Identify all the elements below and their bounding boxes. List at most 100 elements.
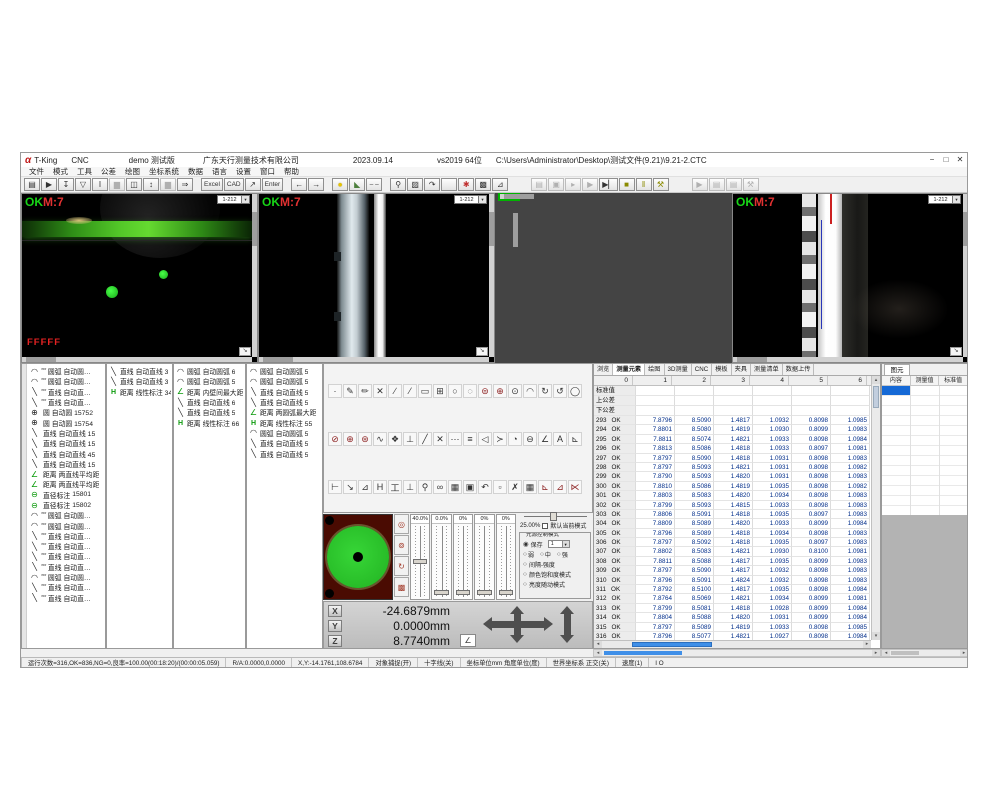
light-slider[interactable]: 0% [496,514,516,600]
table-row-special[interactable]: 下公差 [594,406,871,416]
stop-button[interactable]: ■ [619,178,635,191]
light-slider[interactable]: 0% [453,514,473,600]
measure-element-item[interactable]: *** 直线 自动直… [28,562,105,572]
print-button[interactable]: ▤ [726,178,742,191]
element-detail-tab[interactable]: 图元 [884,364,910,375]
scrollbar-thumb[interactable] [604,651,682,655]
export-x-icon[interactable]: ⊾ [538,480,552,494]
menu-item[interactable]: 公差 [101,166,116,177]
handle-dot[interactable] [325,516,334,525]
circle-width-icon[interactable]: ⊖ [523,432,537,446]
camera-2-image[interactable]: OKM:7 1-212 ▾ ↘ [259,194,489,357]
menu-item[interactable]: 模式 [53,166,68,177]
circle-scan-icon[interactable]: ⊜ [478,384,492,398]
wave-tool-icon[interactable]: ∿ [373,432,387,446]
scroll-down-icon[interactable]: ▾ [872,632,880,640]
dist-horizontal-icon[interactable]: ⊢ [328,480,342,494]
camera-view-2[interactable]: OKM:7 1-212 ▾ ↘ [258,193,495,363]
scroll-right-icon[interactable]: ▸ [872,650,880,656]
results-tab[interactable]: 测量清单 [751,364,783,375]
copy-elements-icon[interactable]: ▣ [463,480,477,494]
pan-vertical-arrow[interactable] [514,614,521,635]
measure-element-item[interactable]: 直线 自动直线 5 [247,448,322,458]
camera-4-image[interactable]: OKM:7 1-212 ▾ ↘ [733,194,963,357]
measure-element-item[interactable]: 直线 自动直线 5 [247,397,322,407]
radio-bright-mode[interactable]: ○ [523,581,527,588]
play-2-button[interactable]: ▶ [692,178,708,191]
light-slider[interactable]: 0.0% [431,514,451,600]
link-elements-icon[interactable]: ∞ [433,480,447,494]
camera-view-4[interactable]: OKM:7 1-212 ▾ ↘ [732,193,968,363]
camera-range-selector[interactable]: 1-212 ▾ [928,195,961,204]
delete-element-icon[interactable]: ✗ [508,480,522,494]
measure-element-item[interactable]: 距离 内壁间最大距 [174,387,245,397]
measure-element-item[interactable]: 直线 自动直线 15 [28,428,105,438]
measure-element-item[interactable]: *** 直线 自动直… [28,531,105,541]
dist-width-icon[interactable]: H [373,480,387,494]
multi-point-icon[interactable]: ⋯ [448,432,462,446]
menu-item[interactable]: 绘图 [125,166,140,177]
tool-button[interactable]: ⚒ [743,178,759,191]
scroll-left-icon[interactable]: ◂ [594,650,602,656]
camera-view-1[interactable]: FFFFF OKM:7 1-212 ▾ ↘ [21,193,258,363]
dist-datum-icon[interactable]: ⊥ [403,480,417,494]
selected-cell[interactable] [882,386,910,395]
circle-dashed-icon[interactable]: ◌ [463,384,477,398]
radio-level[interactable]: ○ [540,551,544,558]
enter-button[interactable]: Enter [262,178,284,191]
table-row[interactable]: 295OK 7.8811 8.5074 1.4821 1.0933 0.8098… [594,435,871,444]
trace-button[interactable]: ↷ [424,178,440,191]
handle-dot[interactable] [325,589,334,598]
slider-thumb[interactable] [413,559,427,564]
arrow-right-button[interactable]: → [308,178,324,191]
play-to-end-button[interactable]: ▶▏ [599,178,617,191]
save-2-button[interactable]: ▤ [709,178,725,191]
menu-item[interactable]: 数据 [188,166,203,177]
dither-pattern-button[interactable]: ▩ [475,178,491,191]
measure-element-item[interactable]: *** 直线 自动直… [28,582,105,592]
measure-element-item[interactable]: 直线 自动直线 3 [107,366,172,376]
scroll-left-icon[interactable]: ◂ [882,650,890,656]
camera-vertical-scrollbar[interactable] [963,194,968,357]
measure-element-item[interactable]: 直线 自动直线 15 [28,459,105,469]
results-tab[interactable]: 夹具 [732,364,751,375]
light-bulb-button[interactable]: ● [332,178,348,191]
jog-vertical-arrow[interactable] [564,614,571,635]
light-slider[interactable]: 0% [474,514,494,600]
point-tool-icon[interactable]: · [328,384,342,398]
balloon-label-icon[interactable]: ⚲ [418,480,432,494]
table-row[interactable]: 315OK 7.8797 8.5089 1.4819 1.0933 0.8098… [594,623,871,632]
scrollbar-thumb[interactable] [891,651,919,655]
table-row[interactable]: 301OK 7.8803 8.5083 1.4820 1.0934 0.8098… [594,491,871,500]
table-row[interactable]: 294OK 7.8801 8.5080 1.4819 1.0930 0.8099… [594,425,871,434]
save-button[interactable]: ▤ [24,178,40,191]
detail-rows[interactable] [882,386,968,515]
clover-tool-icon[interactable]: ❖ [388,432,402,446]
menu-item[interactable]: 工具 [77,166,92,177]
minimize-button[interactable]: − [925,153,939,167]
block-a-button[interactable]: ▆ [109,178,125,191]
perpendicular-icon[interactable]: ⊥ [403,432,417,446]
menu-item[interactable]: 语言 [212,166,227,177]
results-tab[interactable]: CNC [692,364,712,375]
table-row[interactable]: 302OK 7.8799 8.5093 1.4815 1.0933 0.8098… [594,501,871,510]
radio-color-mode[interactable]: ○ [523,571,527,578]
scroll-left-icon[interactable]: ◂ [594,641,602,648]
arrow-left-button[interactable]: ← [291,178,307,191]
table-row[interactable]: 316OK 7.8796 8.5077 1.4821 1.0927 0.8098… [594,632,871,640]
measure-element-item[interactable]: 直线 自动直线 45 [28,448,105,458]
zoom-slider[interactable] [524,512,587,521]
copy-set-button[interactable]: ▣ [548,178,564,191]
graph-button[interactable]: ∠ [460,634,476,647]
measure-element-item[interactable]: 距离 线性标注 55 [247,417,322,427]
slider-thumb[interactable] [434,590,448,595]
measure-element-item[interactable]: 直线 自动直线 5 [247,438,322,448]
hatch-pattern-button[interactable]: ▨ [407,178,423,191]
pause-button[interactable]: ‖ [636,178,652,191]
star-button[interactable]: ✱ [458,178,474,191]
stage-down-button[interactable]: ↧ [58,178,74,191]
run-button[interactable]: ⚒ [653,178,669,191]
export-r-icon[interactable]: ⊿ [553,480,567,494]
clamp-button[interactable]: ◫ [126,178,142,191]
table-row-special[interactable]: 上公差 [594,396,871,406]
